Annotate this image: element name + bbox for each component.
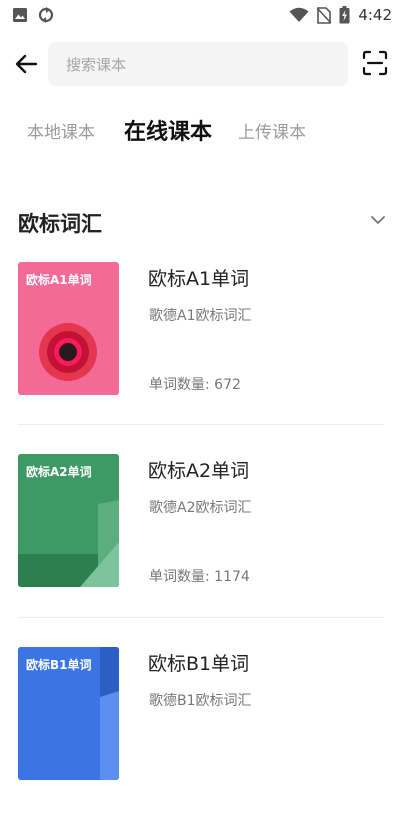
chevron-down-icon[interactable]: [368, 210, 388, 230]
book-subtitle: 歌德B1欧标词汇: [149, 693, 252, 709]
book-title: 欧标A2单词: [148, 460, 250, 482]
book-cover[interactable]: 欧标A2单词: [18, 454, 119, 587]
scan-icon[interactable]: [362, 50, 388, 76]
status-bar: 4:42: [0, 0, 404, 32]
tab-upload[interactable]: 上传课本: [238, 118, 306, 143]
book-subtitle: 歌德A2欧标词汇: [149, 500, 252, 516]
divider: [18, 617, 384, 618]
book-word-count: 单词数量: 672: [149, 377, 241, 393]
book-cover-label: 欧标A2单词: [26, 465, 92, 479]
book-word-count: 单词数量: 1174: [149, 569, 250, 585]
tab-bar: 本地课本 在线课本 上传课本: [0, 112, 404, 152]
section-title: 欧标词汇: [18, 212, 102, 236]
book-item[interactable]: 欧标A1单词 欧标A1单词 歌德A1欧标词汇 单词数量: 672: [0, 262, 404, 430]
book-cover[interactable]: 欧标A1单词: [18, 262, 119, 395]
book-cover[interactable]: 欧标B1单词: [18, 647, 119, 780]
book-title: 欧标B1单词: [148, 653, 250, 675]
section-header[interactable]: 欧标词汇: [18, 204, 388, 240]
search-box[interactable]: [48, 42, 348, 88]
book-cover-label: 欧标B1单词: [26, 658, 92, 672]
image-notification-icon: [13, 8, 27, 22]
book-title: 欧标A1单词: [148, 268, 250, 290]
divider: [18, 424, 384, 425]
book-item[interactable]: 欧标B1单词 欧标B1单词 歌德B1欧标词汇: [0, 647, 404, 815]
back-arrow-icon[interactable]: [12, 50, 40, 78]
book-item[interactable]: 欧标A2单词 欧标A2单词 歌德A2欧标词汇 单词数量: 1174: [0, 454, 404, 622]
tab-local[interactable]: 本地课本: [27, 118, 95, 143]
tab-online[interactable]: 在线课本: [124, 114, 212, 146]
top-bar: [0, 40, 404, 88]
status-time: 4:42: [358, 6, 392, 24]
no-sim-icon: [317, 6, 332, 24]
battery-icon: [339, 6, 350, 24]
book-subtitle: 歌德A1欧标词汇: [149, 308, 252, 324]
target-artwork: [39, 323, 97, 381]
search-input[interactable]: [64, 42, 328, 88]
sync-notification-icon: [38, 7, 54, 23]
wifi-icon: [289, 7, 309, 22]
